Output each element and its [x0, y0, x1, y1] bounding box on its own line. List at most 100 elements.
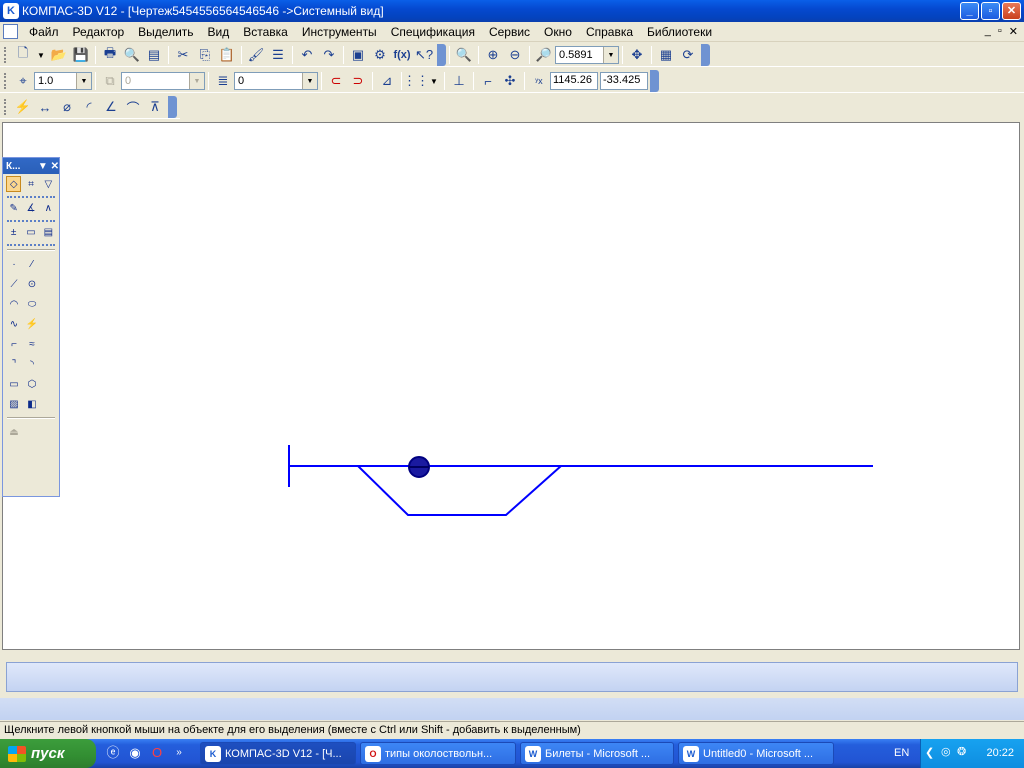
new-dropdown-icon[interactable]: ▼: [34, 45, 48, 65]
menu-specification[interactable]: Спецификация: [384, 25, 482, 39]
close-icon[interactable]: ✕: [51, 161, 59, 172]
zoom-in-icon[interactable]: ⊕: [482, 45, 504, 65]
zoom-window-icon[interactable]: 🔍: [453, 45, 475, 65]
geometry-panel-icon[interactable]: ◇: [6, 176, 22, 192]
document-icon[interactable]: [3, 24, 18, 39]
menu-tools[interactable]: Инструменты: [295, 25, 384, 39]
menu-window[interactable]: Окно: [537, 25, 579, 39]
chevron-down-icon[interactable]: ▼: [76, 73, 91, 89]
angular-dimension-icon[interactable]: ∠: [100, 97, 122, 117]
symbols-panel-icon[interactable]: ▽: [41, 176, 56, 192]
coord-x-field[interactable]: 1145.26: [550, 72, 598, 90]
grid-icon[interactable]: ⋮⋮: [403, 71, 429, 91]
round-icon[interactable]: ✣: [499, 71, 521, 91]
pan-icon[interactable]: ✥: [626, 45, 648, 65]
hatch-tool-icon[interactable]: ▨: [6, 396, 22, 412]
browser-icon[interactable]: ◉: [126, 743, 144, 763]
task-word-bilety[interactable]: W Билеты - Microsoft ...: [520, 742, 674, 765]
chevron-down-icon[interactable]: ▼: [603, 47, 618, 63]
select-panel-icon[interactable]: ±: [6, 224, 21, 240]
menu-view[interactable]: Вид: [201, 25, 237, 39]
variables-fx-icon[interactable]: f(x): [391, 45, 413, 65]
diameter-dimension-icon[interactable]: ⌀: [56, 97, 78, 117]
toolbar-end-icon[interactable]: [437, 44, 446, 66]
zoom-icon[interactable]: 🔎: [533, 45, 555, 65]
mdi-close-button[interactable]: ✕: [1009, 25, 1018, 38]
mdi-restore-button[interactable]: ▫: [998, 25, 1002, 38]
menu-insert[interactable]: Вставка: [236, 25, 295, 39]
local-cs-icon[interactable]: ⊥: [448, 71, 470, 91]
tray-app-icon[interactable]: ◎: [941, 745, 951, 758]
toolbar-end-icon[interactable]: [701, 44, 710, 66]
drawing-canvas[interactable]: [2, 122, 1020, 650]
grid-dropdown-icon[interactable]: ▼: [427, 71, 441, 91]
menu-file[interactable]: Файл: [22, 25, 66, 39]
params-panel-icon[interactable]: ∡: [23, 200, 38, 216]
language-indicator[interactable]: EN: [894, 747, 909, 759]
list-icon[interactable]: ☰: [267, 45, 289, 65]
compact-panel-header[interactable]: К... ▼ ✕: [3, 158, 59, 174]
zoom-out-icon[interactable]: ⊖: [504, 45, 526, 65]
polyline-tool-icon[interactable]: ⌐: [6, 336, 22, 352]
local-snap-icon[interactable]: ⊃: [347, 71, 369, 91]
new-document-icon[interactable]: 🗋: [12, 45, 34, 65]
paste-icon[interactable]: 📋: [216, 45, 238, 65]
maximize-button[interactable]: ▫: [981, 2, 1000, 20]
linear-dimension-icon[interactable]: ↔: [34, 97, 56, 117]
height-mark-icon[interactable]: ⊼: [144, 97, 166, 117]
redo-icon[interactable]: ↷: [318, 45, 340, 65]
task-word-untitled[interactable]: W Untitled0 - Microsoft ...: [678, 742, 834, 765]
layers-icon[interactable]: ≣: [212, 71, 234, 91]
spline-tool-icon[interactable]: ≈: [24, 336, 40, 352]
auto-dimension-icon[interactable]: ⚡: [12, 97, 34, 117]
layer-combo[interactable]: 0 ▼: [234, 72, 318, 90]
bezier-tool-icon[interactable]: ⚡: [24, 316, 40, 332]
fill-tool-icon[interactable]: ◧: [24, 396, 40, 412]
print-preview-icon[interactable]: 🔍: [121, 45, 143, 65]
toolbar-grip[interactable]: [4, 99, 8, 115]
nurbs-tool-icon[interactable]: ∿: [6, 316, 22, 332]
orthogonal-mode-icon[interactable]: ⌐: [477, 71, 499, 91]
toolbar-end-icon[interactable]: [650, 70, 659, 92]
polygon-tool-icon[interactable]: ⬡: [24, 376, 40, 392]
fillet-tool-icon[interactable]: ◝: [24, 356, 40, 372]
edit-panel-icon[interactable]: ✎: [6, 200, 21, 216]
undo-icon[interactable]: ↶: [296, 45, 318, 65]
rectangle-tool-icon[interactable]: ▭: [6, 376, 22, 392]
snap-point-icon[interactable]: ⌖: [12, 71, 34, 91]
tray-virus-icon[interactable]: ❂: [957, 745, 966, 758]
circle-tool-icon[interactable]: ⊙: [24, 276, 40, 292]
toolbar-grip[interactable]: [4, 73, 8, 89]
menu-select[interactable]: Выделить: [131, 25, 200, 39]
close-button[interactable]: ✕: [1002, 2, 1021, 20]
chevron-down-icon[interactable]: ▼: [38, 161, 48, 172]
radial-dimension-icon[interactable]: ◜: [78, 97, 100, 117]
measure-panel-icon[interactable]: ∧: [41, 200, 56, 216]
trough-polyline[interactable]: [357, 465, 562, 516]
open-folder-icon[interactable]: 📂: [48, 45, 70, 65]
ellipse-tool-icon[interactable]: ⬭: [24, 296, 40, 312]
chamfer-tool-icon[interactable]: ⌝: [6, 356, 22, 372]
arc-tool-icon[interactable]: ◠: [6, 296, 22, 312]
assoc-views-icon[interactable]: ▭: [23, 224, 38, 240]
opera-icon[interactable]: O: [148, 743, 166, 763]
menu-libraries[interactable]: Библиотеки: [640, 25, 719, 39]
manager-icon[interactable]: ▣: [347, 45, 369, 65]
tray-expand-icon[interactable]: ❮: [925, 746, 934, 759]
snap-magnet-icon[interactable]: ⊂: [325, 71, 347, 91]
start-button[interactable]: пуск: [0, 739, 96, 768]
context-help-icon[interactable]: ↖?: [413, 45, 435, 65]
aux-line-tool-icon[interactable]: ⁄: [24, 256, 40, 272]
cut-icon[interactable]: ✂: [172, 45, 194, 65]
drawing-geometry[interactable]: [288, 445, 873, 516]
print-icon[interactable]: 🖶: [99, 45, 121, 65]
ortho-icon[interactable]: ⊿: [376, 71, 398, 91]
chevron-down-icon[interactable]: ▼: [302, 73, 317, 89]
dimensions-panel-icon[interactable]: ⌗: [23, 176, 38, 192]
refresh-view-icon[interactable]: ▦: [655, 45, 677, 65]
zoom-scale-combo[interactable]: 0.5891 ▼: [555, 46, 619, 64]
point-tool-icon[interactable]: ·: [6, 256, 22, 272]
quick-launch-more-icon[interactable]: »: [170, 743, 188, 763]
properties-icon[interactable]: ▤: [143, 45, 165, 65]
segment-tool-icon[interactable]: ⟋: [6, 276, 22, 292]
